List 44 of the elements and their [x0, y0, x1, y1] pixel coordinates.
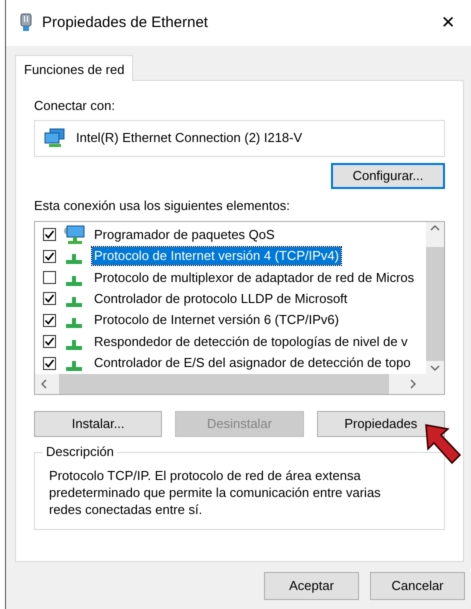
dialog-button[interactable]: Cancelar	[370, 572, 465, 600]
dialog-button[interactable]: Aceptar	[264, 572, 359, 600]
components-label: Esta conexión usa los siguientes elementos:	[34, 196, 291, 215]
network-computers-icon	[44, 128, 66, 148]
network-protocol-icon	[66, 318, 82, 328]
monitor-icon	[63, 224, 85, 245]
checkbox[interactable]	[43, 314, 56, 327]
scroll-up-icon[interactable]	[430, 225, 440, 232]
checkbox[interactable]	[43, 250, 56, 263]
checkbox[interactable]	[43, 335, 56, 348]
window-title: Propiedades de Ethernet	[42, 12, 208, 33]
close-button[interactable]: ✕	[425, 0, 471, 46]
network-protocol-icon	[66, 254, 82, 264]
horizontal-scrollbar[interactable]	[35, 374, 444, 394]
checkbox[interactable]	[43, 228, 56, 242]
scroll-right-icon[interactable]	[410, 379, 416, 389]
description-text: Protocolo TCP/IP. El protocolo de red de área extensa predeterminado que permite la comunicación entre varias redes conectadas entre sí.	[49, 467, 382, 518]
list-item[interactable]: Protocolo de Internet versión 6 (TCP/IPv6)	[92, 311, 341, 330]
list-item[interactable]: Protocolo de multiplexor de adaptador de red de Micros	[92, 268, 416, 287]
network-protocol-icon	[66, 296, 82, 307]
tab[interactable]: Funciones de red	[15, 55, 134, 81]
description-legend: Descripción	[43, 444, 117, 460]
network-protocol-icon	[66, 361, 82, 372]
list-item[interactable]: Protocolo de Internet versión 4 (TCP/IPv4)	[92, 247, 341, 266]
list-item[interactable]: Programador de paquetes QoS	[92, 226, 277, 244]
list-item[interactable]: Controlador de protocolo LLDP de Microsoft	[92, 290, 350, 308]
list-item[interactable]: Controlador de E/S del asignador de detección de topo	[92, 354, 413, 372]
configure-button[interactable]: Configurar...	[331, 163, 445, 189]
ethernet-plug-icon	[20, 13, 32, 34]
checkbox[interactable]	[43, 356, 56, 370]
adapter-name: Intel(R) Ethernet Connection (2) I218-V	[76, 129, 302, 148]
action-button[interactable]: Propiedades	[316, 411, 445, 437]
list-item[interactable]: Respondedor de detección de topologías de nivel de v	[92, 332, 410, 351]
scroll-down-icon[interactable]	[430, 364, 440, 371]
vertical-scrollbar[interactable]	[426, 222, 444, 374]
components-list[interactable]	[34, 221, 445, 395]
checkbox[interactable]	[43, 271, 56, 284]
network-protocol-icon	[66, 340, 82, 350]
pointer-arrow-icon	[424, 423, 462, 465]
connect-label: Conectar con:	[34, 97, 116, 115]
scroll-left-icon[interactable]	[41, 379, 47, 389]
network-protocol-icon	[66, 276, 82, 286]
action-button[interactable]: Instalar...	[34, 411, 162, 437]
checkbox[interactable]	[43, 292, 56, 306]
